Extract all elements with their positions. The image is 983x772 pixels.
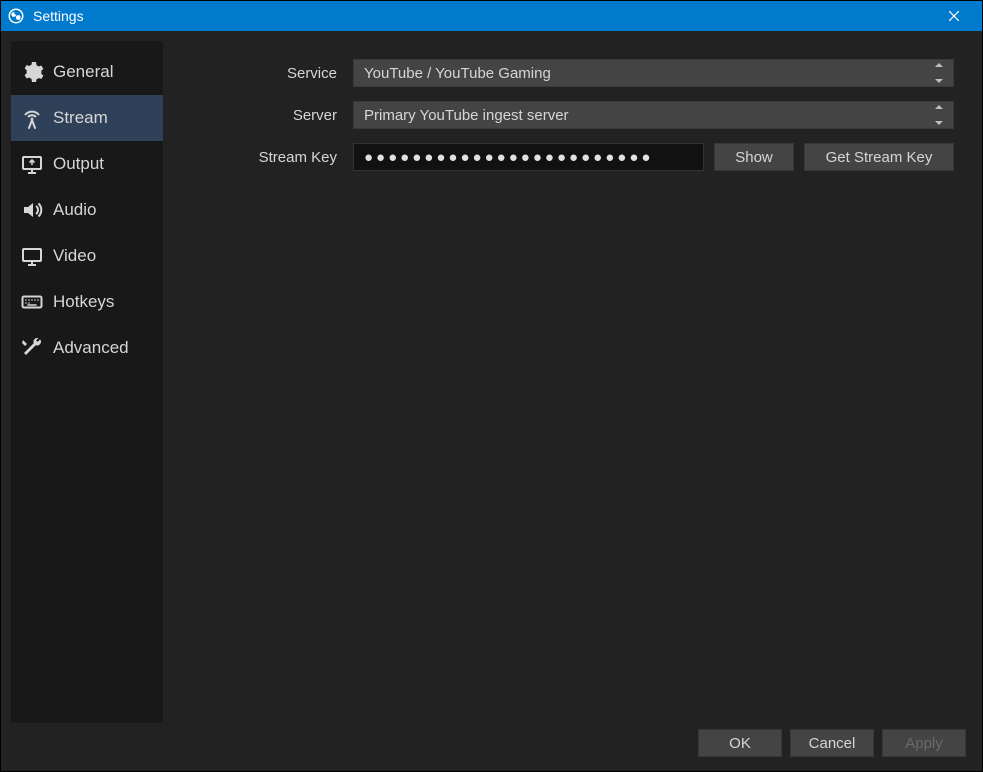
sidebar-item-output[interactable]: Output bbox=[11, 141, 163, 187]
sidebar-item-audio[interactable]: Audio bbox=[11, 187, 163, 233]
window-title: Settings bbox=[33, 8, 934, 24]
audio-icon bbox=[19, 197, 45, 223]
spinner-icon bbox=[935, 63, 949, 83]
sidebar-item-label: Video bbox=[53, 246, 96, 266]
row-server: Server Primary YouTube ingest server bbox=[173, 101, 954, 129]
service-label: Service bbox=[173, 65, 343, 82]
server-label: Server bbox=[173, 107, 343, 124]
show-button[interactable]: Show bbox=[714, 143, 794, 171]
get-stream-key-button[interactable]: Get Stream Key bbox=[804, 143, 954, 171]
stream-key-controls: ●●●●●●●●●●●●●●●●●●●●●●●● Show Get Stream… bbox=[353, 143, 954, 171]
sidebar: General Stream Output bbox=[11, 41, 163, 723]
output-icon bbox=[19, 151, 45, 177]
titlebar: Settings bbox=[1, 1, 982, 31]
sidebar-item-stream[interactable]: Stream bbox=[11, 95, 163, 141]
sidebar-item-general[interactable]: General bbox=[11, 49, 163, 95]
monitor-icon bbox=[19, 243, 45, 269]
stream-key-label: Stream Key bbox=[173, 149, 343, 166]
server-dropdown[interactable]: Primary YouTube ingest server bbox=[353, 101, 954, 129]
cancel-button[interactable]: Cancel bbox=[790, 729, 874, 757]
tools-icon bbox=[19, 335, 45, 361]
sidebar-item-label: Output bbox=[53, 154, 104, 174]
row-service: Service YouTube / YouTube Gaming bbox=[173, 59, 954, 87]
service-value: YouTube / YouTube Gaming bbox=[364, 65, 551, 82]
settings-window: Settings General Stream bbox=[0, 0, 983, 772]
antenna-icon bbox=[19, 105, 45, 131]
stream-key-masked: ●●●●●●●●●●●●●●●●●●●●●●●● bbox=[364, 149, 653, 166]
stream-key-input[interactable]: ●●●●●●●●●●●●●●●●●●●●●●●● bbox=[353, 143, 704, 171]
keyboard-icon bbox=[19, 289, 45, 315]
apply-button[interactable]: Apply bbox=[882, 729, 966, 757]
sidebar-item-video[interactable]: Video bbox=[11, 233, 163, 279]
gear-icon bbox=[19, 59, 45, 85]
sidebar-item-advanced[interactable]: Advanced bbox=[11, 325, 163, 371]
app-icon bbox=[7, 7, 25, 25]
ok-button[interactable]: OK bbox=[698, 729, 782, 757]
main-panel: Service YouTube / YouTube Gaming Server … bbox=[173, 41, 972, 723]
client-area: General Stream Output bbox=[1, 31, 982, 771]
sidebar-item-label: General bbox=[53, 62, 113, 82]
row-stream-key: Stream Key ●●●●●●●●●●●●●●●●●●●●●●●● Show… bbox=[173, 143, 954, 171]
server-value: Primary YouTube ingest server bbox=[364, 107, 569, 124]
sidebar-item-label: Hotkeys bbox=[53, 292, 114, 312]
body-row: General Stream Output bbox=[11, 41, 972, 723]
dialog-footer: OK Cancel Apply bbox=[11, 723, 972, 763]
sidebar-item-label: Stream bbox=[53, 108, 108, 128]
close-button[interactable] bbox=[934, 1, 974, 31]
service-dropdown[interactable]: YouTube / YouTube Gaming bbox=[353, 59, 954, 87]
sidebar-item-label: Audio bbox=[53, 200, 96, 220]
sidebar-item-label: Advanced bbox=[53, 338, 129, 358]
sidebar-item-hotkeys[interactable]: Hotkeys bbox=[11, 279, 163, 325]
spinner-icon bbox=[935, 105, 949, 125]
